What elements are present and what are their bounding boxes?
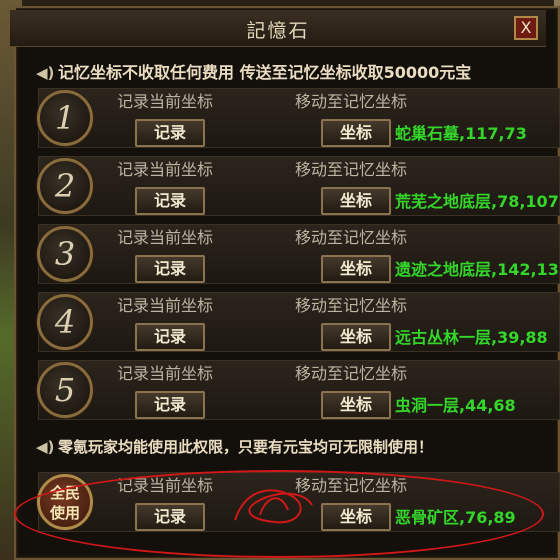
memory-slot-3: 3 记录当前坐标 移动至记忆坐标 记录 坐标 遗迹之地底层,142,13 (37, 224, 560, 284)
slot-number-badge: 2 (37, 158, 93, 214)
fee-notice: ◀) 记忆坐标不收取任何费用 传送至记忆坐标收取50000元宝 (36, 62, 471, 84)
record-current-label: 记录当前坐标 (117, 92, 214, 111)
saved-location: 蛇巢石墓,117,73 (395, 124, 527, 143)
move-to-memory-label: 移动至记忆坐标 (295, 160, 408, 179)
record-button[interactable]: 记录 (135, 255, 205, 283)
teleport-coord-button[interactable]: 坐标 (321, 391, 391, 419)
saved-location: 恶骨矿区,76,89 (395, 508, 516, 527)
record-current-label: 记录当前坐标 (117, 160, 214, 179)
move-to-memory-label: 移动至记忆坐标 (295, 476, 408, 495)
record-button[interactable]: 记录 (135, 187, 205, 215)
slot-number-badge: 5 (37, 362, 93, 418)
record-button[interactable]: 记录 (135, 323, 205, 351)
teleport-coord-button[interactable]: 坐标 (321, 503, 391, 531)
speaker-icon: ◀) (36, 438, 55, 456)
teleport-coord-button[interactable]: 坐标 (321, 187, 391, 215)
fee-notice-text: 记忆坐标不收取任何费用 传送至记忆坐标收取50000元宝 (58, 63, 472, 82)
window-title: 記憶石 (246, 20, 310, 42)
record-current-label: 记录当前坐标 (117, 228, 214, 247)
teleport-coord-button[interactable]: 坐标 (321, 323, 391, 351)
saved-location: 虫洞一层,44,68 (395, 396, 516, 415)
teleport-coord-button[interactable]: 坐标 (321, 255, 391, 283)
window-titlebar: 記憶石 X (10, 10, 546, 47)
memory-slot-universal: 全民 使用 记录当前坐标 移动至记忆坐标 记录 坐标 恶骨矿区,76,89 (37, 472, 560, 532)
move-to-memory-label: 移动至记忆坐标 (295, 228, 408, 247)
saved-location: 荒芜之地底层,78,107 (395, 192, 559, 211)
saved-location: 远古丛林一层,39,88 (395, 328, 548, 347)
memory-slot-2: 2 记录当前坐标 移动至记忆坐标 记录 坐标 荒芜之地底层,78,107 (37, 156, 560, 216)
record-button[interactable]: 记录 (135, 503, 205, 531)
record-button[interactable]: 记录 (135, 391, 205, 419)
saved-location: 遗迹之地底层,142,13 (395, 260, 559, 279)
record-current-label: 记录当前坐标 (117, 296, 214, 315)
memory-slot-4: 4 记录当前坐标 移动至记忆坐标 记录 坐标 远古丛林一层,39,88 (37, 292, 560, 352)
free-player-notice: ◀) 零氪玩家均能使用此权限，只要有元宝均可无限制使用！ (36, 436, 433, 458)
universal-use-badge: 全民 使用 (37, 474, 93, 530)
slot-number-badge: 1 (37, 90, 93, 146)
move-to-memory-label: 移动至记忆坐标 (295, 92, 408, 111)
speaker-icon: ◀) (36, 64, 55, 82)
free-player-notice-text: 零氪玩家均能使用此权限，只要有元宝均可无限制使用！ (58, 438, 434, 456)
teleport-coord-button[interactable]: 坐标 (321, 119, 391, 147)
memory-slot-1: 1 记录当前坐标 移动至记忆坐标 记录 坐标 蛇巢石墓,117,73 (37, 88, 560, 148)
slot-number-badge: 3 (37, 226, 93, 282)
memory-slot-5: 5 记录当前坐标 移动至记忆坐标 记录 坐标 虫洞一层,44,68 (37, 360, 560, 420)
close-button[interactable]: X (514, 16, 538, 40)
record-current-label: 记录当前坐标 (117, 364, 214, 383)
move-to-memory-label: 移动至记忆坐标 (295, 296, 408, 315)
record-current-label: 记录当前坐标 (117, 476, 214, 495)
move-to-memory-label: 移动至记忆坐标 (295, 364, 408, 383)
record-button[interactable]: 记录 (135, 119, 205, 147)
slot-number-badge: 4 (37, 294, 93, 350)
